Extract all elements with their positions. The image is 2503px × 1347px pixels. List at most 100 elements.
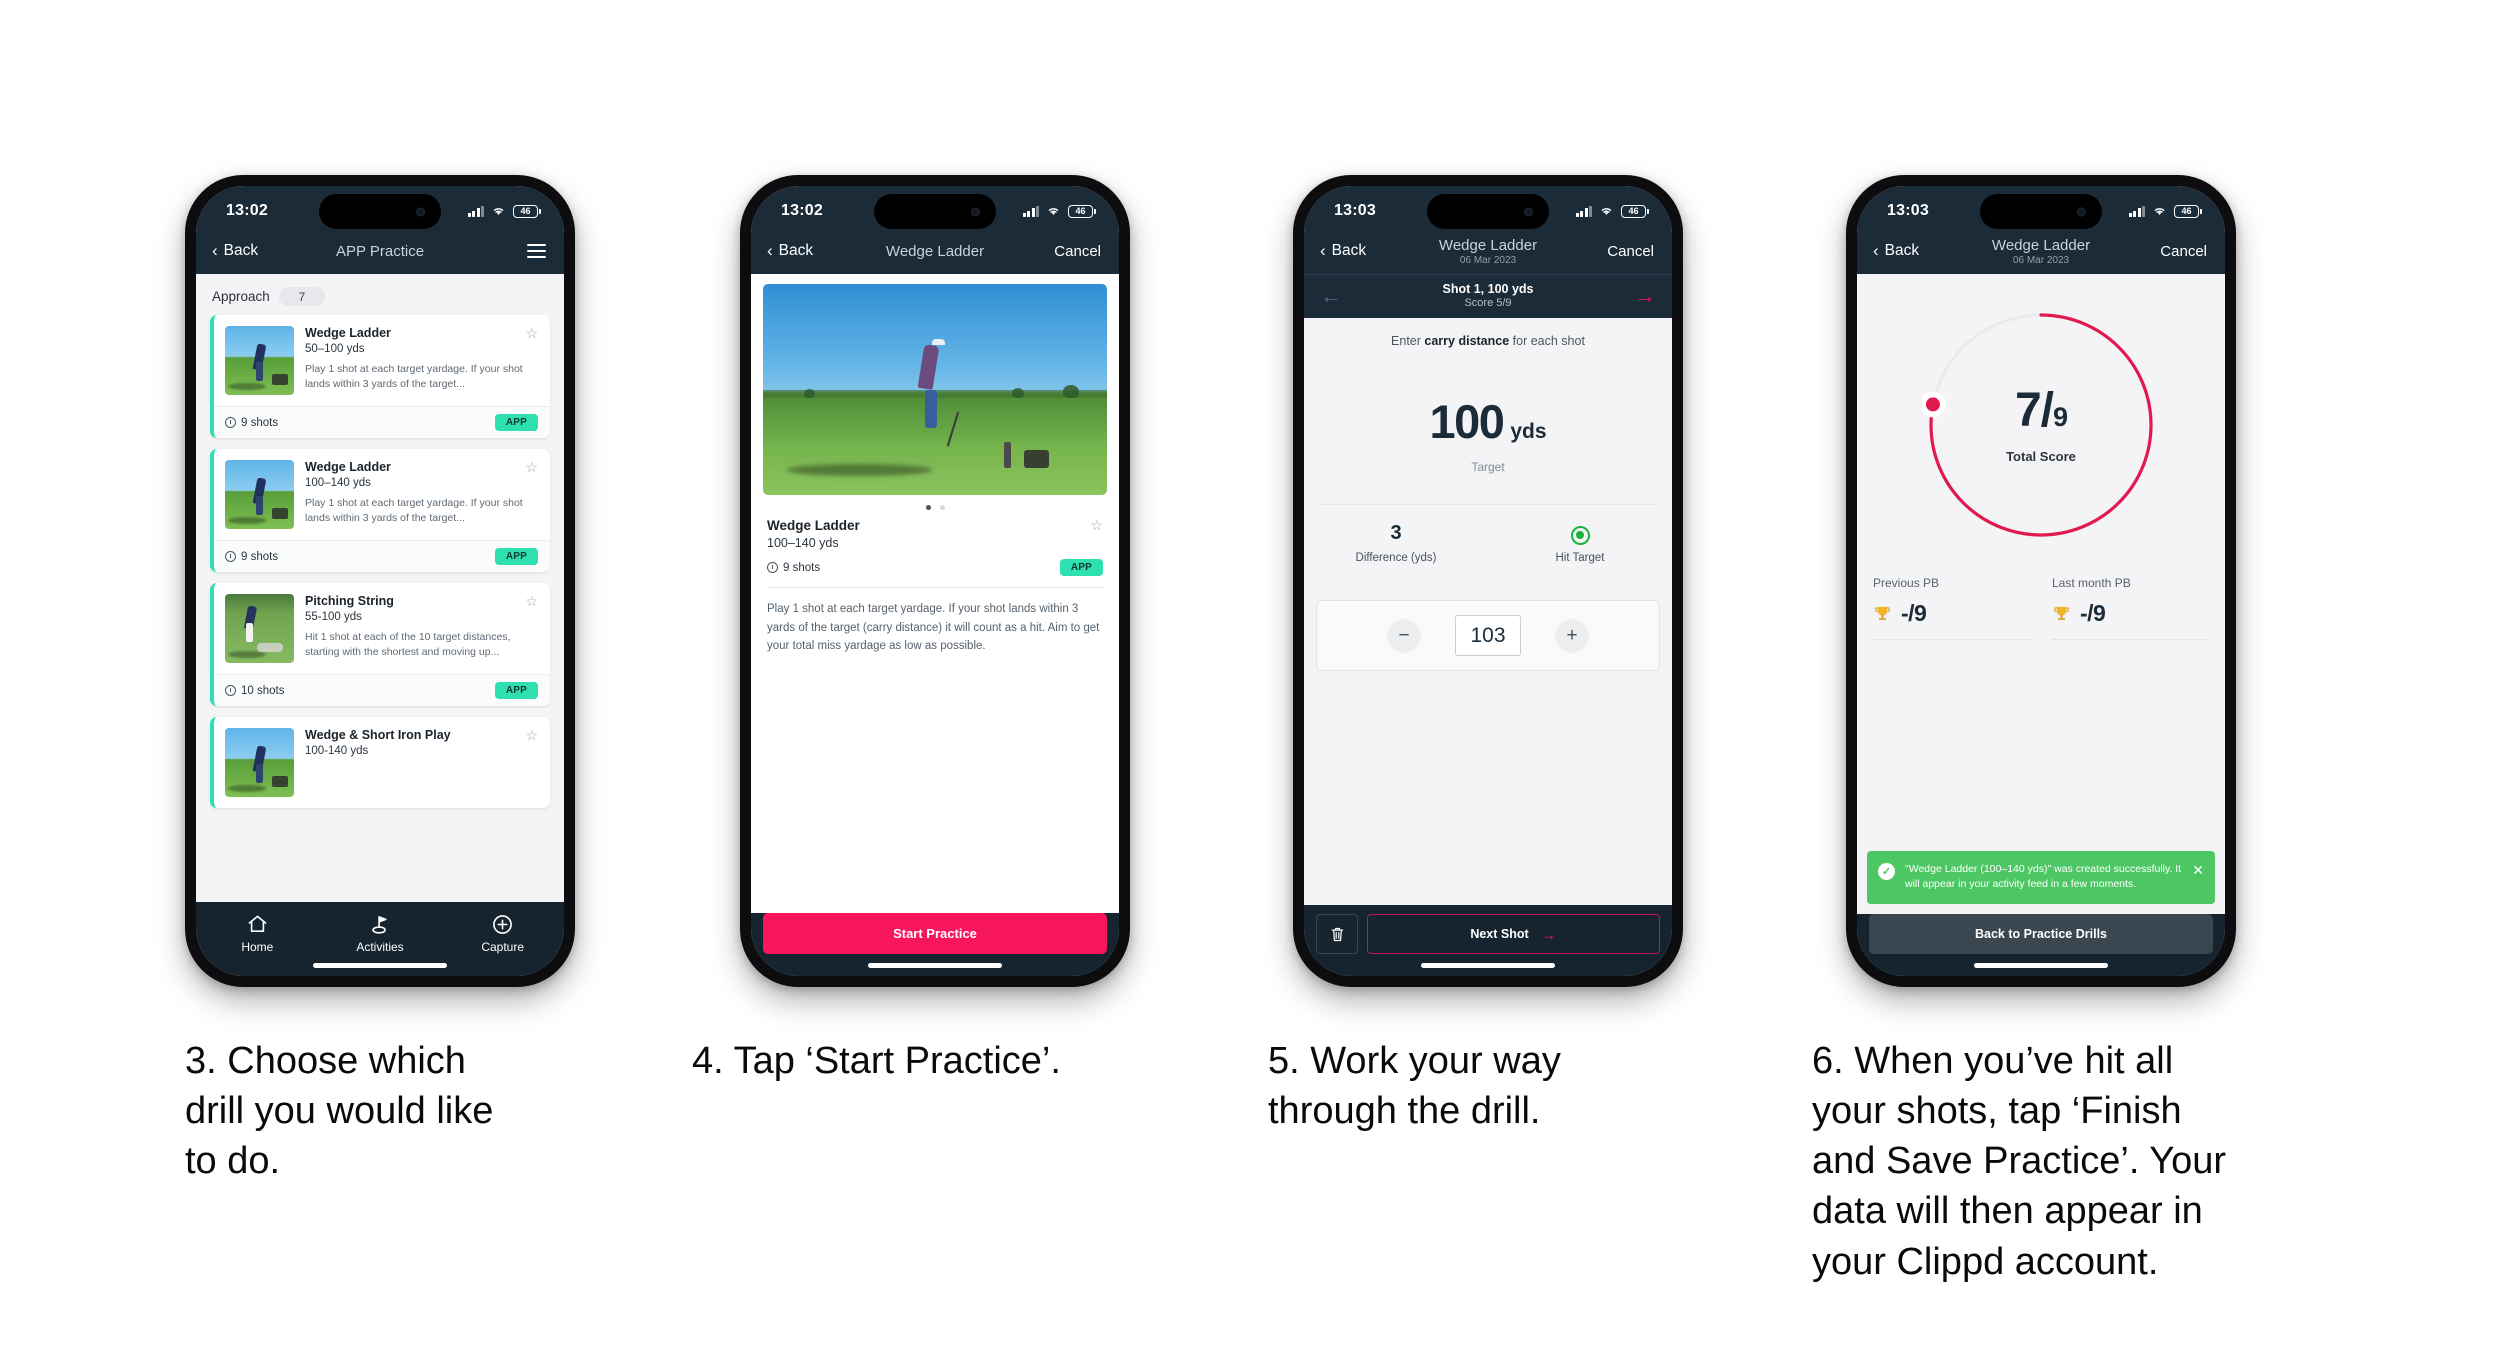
personal-bests: Previous PB -/9 Last month PB -/9 [1857,544,2225,640]
target-unit: yds [1510,420,1547,443]
cellular-signal-icon [1022,205,1039,217]
cancel-button[interactable]: Cancel [1607,243,1654,260]
start-practice-button[interactable]: Start Practice [763,913,1107,954]
drill-title-block: Pitching String 55-100 yds [305,594,394,623]
shot-entry-footer: Next Shot → [1304,905,1672,976]
tab-capture-label: Capture [481,940,525,954]
drill-title-block: Wedge Ladder 100–140 yds [305,460,391,489]
drill-card[interactable]: Pitching String 55-100 yds ☆ Hit 1 shot … [210,583,550,706]
favorite-star-icon[interactable]: ☆ [525,326,538,340]
trophy-icon [1875,606,1890,620]
score-ring-wrap: 7/9 Total Score [1857,274,2225,544]
wifi-icon [2154,208,2165,215]
drill-title-block: Wedge & Short Iron Play 100-140 yds [305,728,451,757]
hint-emphasis: carry distance [1424,334,1510,348]
toast-message: "Wedge Ladder (100–140 yds)" was created… [1905,862,2182,890]
previous-pb: Previous PB -/9 [1873,576,2030,640]
drill-head: Wedge Ladder 100–140 yds ☆ [305,460,538,489]
back-button[interactable]: ‹ Back [767,242,813,260]
nav-title-wrap: Wedge Ladder 06 Mar 2023 [1439,237,1537,266]
favorite-star-icon[interactable]: ☆ [525,594,538,608]
back-button[interactable]: ‹ Back [1873,242,1919,260]
drill-thumbnail [225,728,294,797]
favorite-star-icon[interactable]: ☆ [525,460,538,474]
nav-title-wrap: APP Practice [336,243,424,260]
nav-title-wrap: Wedge Ladder 06 Mar 2023 [1992,237,2090,266]
drill-card[interactable]: Wedge Ladder 100–140 yds ☆ Play 1 shot a… [210,449,550,572]
status-bar: 13:02 46 [196,186,564,236]
tab-activities-label: Activities [356,940,404,954]
status-time: 13:02 [781,202,823,219]
carry-distance-input[interactable]: 103 [1455,615,1521,656]
hamburger-icon[interactable] [527,243,546,259]
home-indicator [868,963,1002,968]
previous-pb-value-row: -/9 [1873,600,2030,627]
phone-1-drill-list: 13:02 46 ‹ Back APP Practice Approach 7 … [185,175,575,987]
check-circle-icon: ✓ [1878,862,1895,880]
home-indicator [1974,963,2108,968]
drill-shots: 9 shots [225,417,278,429]
back-label: Back [1331,242,1367,259]
drill-title: Wedge Ladder [305,460,391,474]
cancel-button[interactable]: Cancel [2160,243,2207,260]
divider [767,587,1103,588]
score-center: 7/9 Total Score [1922,306,2160,544]
home-indicator [1421,963,1555,968]
clock-icon [225,417,236,428]
drill-description: Play 1 shot at each target yardage. If y… [305,363,523,391]
wifi-icon [493,208,504,215]
drill-head: Pitching String 55-100 yds ☆ [305,594,538,623]
back-button[interactable]: ‹ Back [212,242,258,260]
last-month-pb-value: -/9 [2080,600,2106,626]
next-shot-arrow-icon[interactable]: → [1634,284,1656,307]
close-icon[interactable]: ✕ [2192,863,2204,877]
status-indicators: 46 [467,204,541,218]
back-button[interactable]: ‹ Back [1320,242,1366,260]
page-title: Wedge Ladder [885,242,985,260]
previous-shot-arrow-icon[interactable]: ← [1320,284,1342,307]
shot-score: Score 5/9 [1464,297,1512,309]
carousel-dots[interactable] [751,495,1119,516]
drill-card-top: Wedge Ladder 100–140 yds ☆ Play 1 shot a… [214,449,550,540]
favorite-star-icon[interactable]: ☆ [525,728,538,742]
total-score-ring: 7/9 Total Score [1922,306,2160,544]
phone-2-screen: 13:02 46 ‹ Back Wedge Ladder Cancel Wedg… [751,186,1119,976]
clock-icon [225,551,236,562]
increment-button[interactable]: + [1555,618,1589,653]
nav-bar: ‹ Back Wedge Ladder 06 Mar 2023 Cancel [1857,236,2225,274]
back-label: Back [1884,242,1920,259]
drill-head: Wedge & Short Iron Play 100-140 yds ☆ [305,728,538,757]
drill-tag-badge: APP [494,682,538,699]
tab-home[interactable]: Home [196,913,319,954]
stat-hit-target: Hit Target [1488,522,1672,564]
drill-card[interactable]: Wedge Ladder 50–100 yds ☆ Play 1 shot at… [210,315,550,438]
dynamic-island [1980,194,2102,229]
divider [1873,639,2030,640]
drill-hero-image [763,284,1107,495]
last-month-pb: Last month PB -/9 [2052,576,2209,640]
back-to-practice-drills-button[interactable]: Back to Practice Drills [1869,914,2213,954]
drill-range: 100–140 yds [767,536,839,550]
bottom-tab-bar: Home Activities Capture [196,902,564,976]
delete-shot-button[interactable] [1316,914,1358,954]
drill-card[interactable]: Wedge & Short Iron Play 100-140 yds ☆ [210,717,550,808]
decrement-button[interactable]: − [1387,618,1421,653]
cancel-button[interactable]: Cancel [1054,243,1101,260]
next-shot-button[interactable]: Next Shot → [1367,914,1660,954]
tab-activities[interactable]: Activities [319,913,442,954]
tab-capture[interactable]: Capture [441,913,564,954]
drill-tag-badge: APP [494,414,538,431]
favorite-star-icon[interactable]: ☆ [1090,518,1103,532]
clock-icon [767,562,778,573]
drill-title: Wedge Ladder [305,326,391,340]
page-title: Wedge Ladder [1438,236,1538,254]
drill-meta: 9 shots APP [767,559,1103,576]
nav-bar: ‹ Back APP Practice [196,236,564,274]
tutorial-screenshot-stage: 13:02 46 ‹ Back APP Practice Approach 7 … [0,0,2503,1347]
cta-container: Start Practice [751,913,1119,976]
battery-indicator: 46 [513,204,541,218]
back-label: Back [778,242,814,259]
drill-card-footer: 9 shots APP [214,540,550,572]
previous-pb-label: Previous PB [1873,576,1940,590]
cellular-signal-icon [1575,205,1592,217]
